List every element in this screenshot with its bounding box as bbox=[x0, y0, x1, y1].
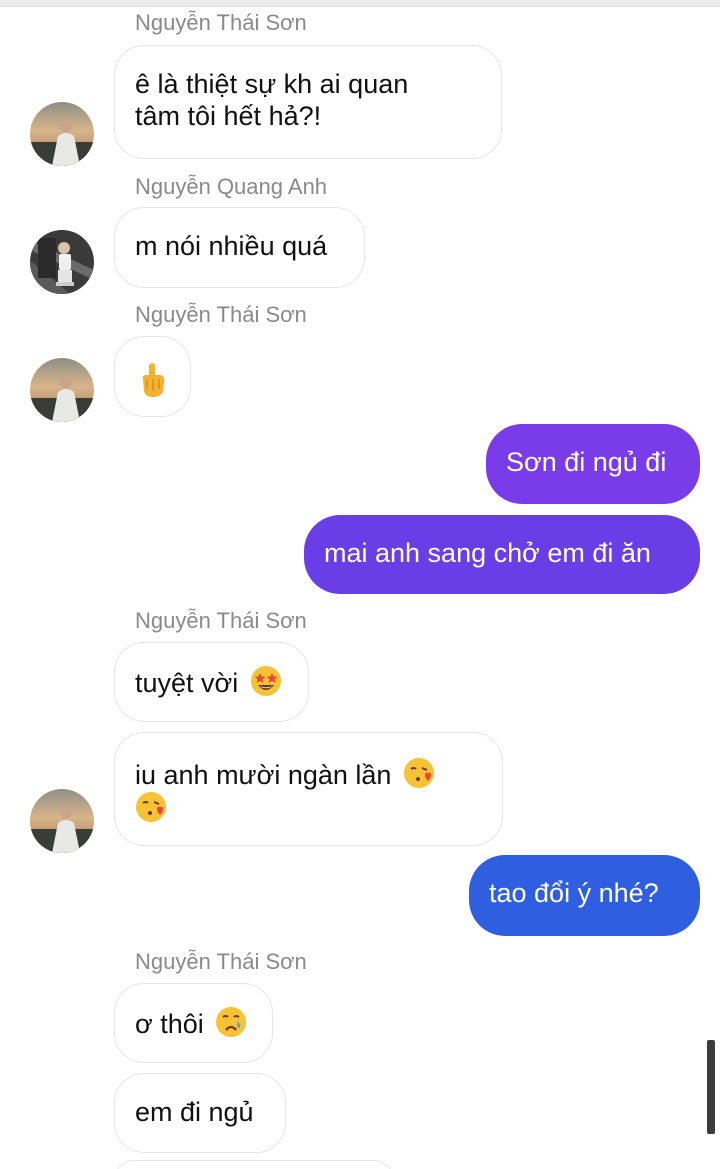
avatar[interactable] bbox=[30, 230, 94, 294]
message-text: ơ thôi bbox=[135, 1009, 204, 1039]
message-text: tao đổi ý nhé? bbox=[489, 878, 659, 908]
message-text: mai anh sang chở em đi ăn bbox=[324, 538, 651, 568]
avatar-image bbox=[30, 102, 94, 166]
message-bubble[interactable]: iu anh mười ngàn lần bbox=[114, 732, 503, 846]
message-bubble[interactable]: ơ thôi bbox=[114, 983, 273, 1063]
message-text: Sơn đi ngủ đi bbox=[506, 447, 667, 477]
message-text: iu anh mười ngàn lần bbox=[135, 760, 392, 790]
sender-name: Nguyễn Thái Sơn bbox=[135, 608, 307, 633]
message-text-line: tâm tôi hết hả?! bbox=[135, 101, 322, 131]
face-blowing-kiss-emoji-icon bbox=[403, 758, 434, 788]
avatar-image bbox=[30, 230, 94, 294]
outgoing-message-bubble[interactable]: Sơn đi ngủ đi bbox=[486, 424, 700, 504]
avatar-image bbox=[30, 358, 94, 422]
outgoing-message-bubble[interactable]: mai anh sang chở em đi ăn bbox=[304, 515, 700, 594]
sender-name: Nguyễn Thái Sơn bbox=[135, 949, 307, 974]
sender-name: Nguyễn Quang Anh bbox=[135, 174, 328, 199]
scrollbar[interactable] bbox=[707, 1040, 715, 1134]
message-text: tuyệt vời bbox=[135, 668, 239, 698]
message-bubble[interactable] bbox=[114, 336, 191, 417]
crying-face-emoji-icon bbox=[216, 1007, 247, 1037]
chat-screen: Nguyễn Thái Sơn ê là thiệt sự kh ai quan… bbox=[0, 0, 720, 1169]
message-text-line: ê là thiệt sự kh ai quan bbox=[135, 69, 409, 99]
message-text: em đi ngủ bbox=[135, 1097, 254, 1127]
message-text: m nói nhiều quá bbox=[135, 231, 328, 261]
message-bubble[interactable]: m nói nhiều quá bbox=[114, 207, 365, 288]
sender-name: Nguyễn Thái Sơn bbox=[135, 10, 307, 35]
avatar[interactable] bbox=[30, 358, 94, 422]
message-bubble[interactable]: tuyệt vời bbox=[114, 642, 309, 722]
outgoing-message-bubble[interactable]: tao đổi ý nhé? bbox=[469, 855, 700, 936]
avatar[interactable] bbox=[30, 789, 94, 853]
avatar-image bbox=[30, 789, 94, 853]
message-bubble-partial[interactable] bbox=[114, 1160, 394, 1169]
pointing-down-emoji-icon bbox=[142, 363, 165, 397]
top-divider bbox=[0, 0, 720, 7]
message-bubble[interactable]: ê là thiệt sự kh ai quan tâm tôi hết hả?… bbox=[114, 45, 502, 159]
sender-name: Nguyễn Thái Sơn bbox=[135, 302, 307, 327]
message-bubble[interactable]: em đi ngủ bbox=[114, 1073, 286, 1153]
avatar[interactable] bbox=[30, 102, 94, 166]
face-blowing-kiss-emoji-icon bbox=[136, 792, 166, 822]
star-struck-emoji-icon bbox=[250, 666, 281, 696]
